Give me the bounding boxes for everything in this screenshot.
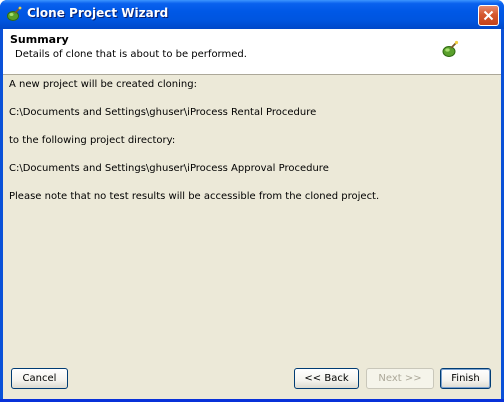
wizard-app-icon	[442, 40, 459, 57]
finish-button[interactable]: Finish	[440, 368, 491, 389]
note-text: Please note that no test results will be…	[9, 191, 380, 202]
target-intro-text: to the following project directory:	[9, 135, 176, 146]
cancel-button[interactable]: Cancel	[11, 368, 68, 389]
page-title: Summary	[10, 33, 69, 46]
close-icon	[483, 10, 494, 21]
intro-text: A new project will be created cloning:	[9, 79, 197, 90]
dialog-client-area: Summary Details of clone that is about t…	[3, 29, 501, 399]
wizard-app-icon	[7, 6, 22, 21]
page-description: Details of clone that is about to be per…	[15, 49, 247, 60]
window-title: Clone Project Wizard	[27, 6, 169, 20]
clone-project-wizard-window: Clone Project Wizard Summary Details of …	[0, 0, 504, 402]
back-button[interactable]: << Back	[294, 368, 359, 389]
source-path: C:\Documents and Settings\ghuser\iProces…	[9, 107, 317, 118]
target-path: C:\Documents and Settings\ghuser\iProces…	[9, 163, 329, 174]
title-bar[interactable]: Clone Project Wizard	[0, 0, 504, 29]
wizard-header: Summary Details of clone that is about t…	[3, 29, 501, 75]
close-button[interactable]	[478, 5, 499, 26]
next-button[interactable]: Next >>	[366, 368, 434, 389]
